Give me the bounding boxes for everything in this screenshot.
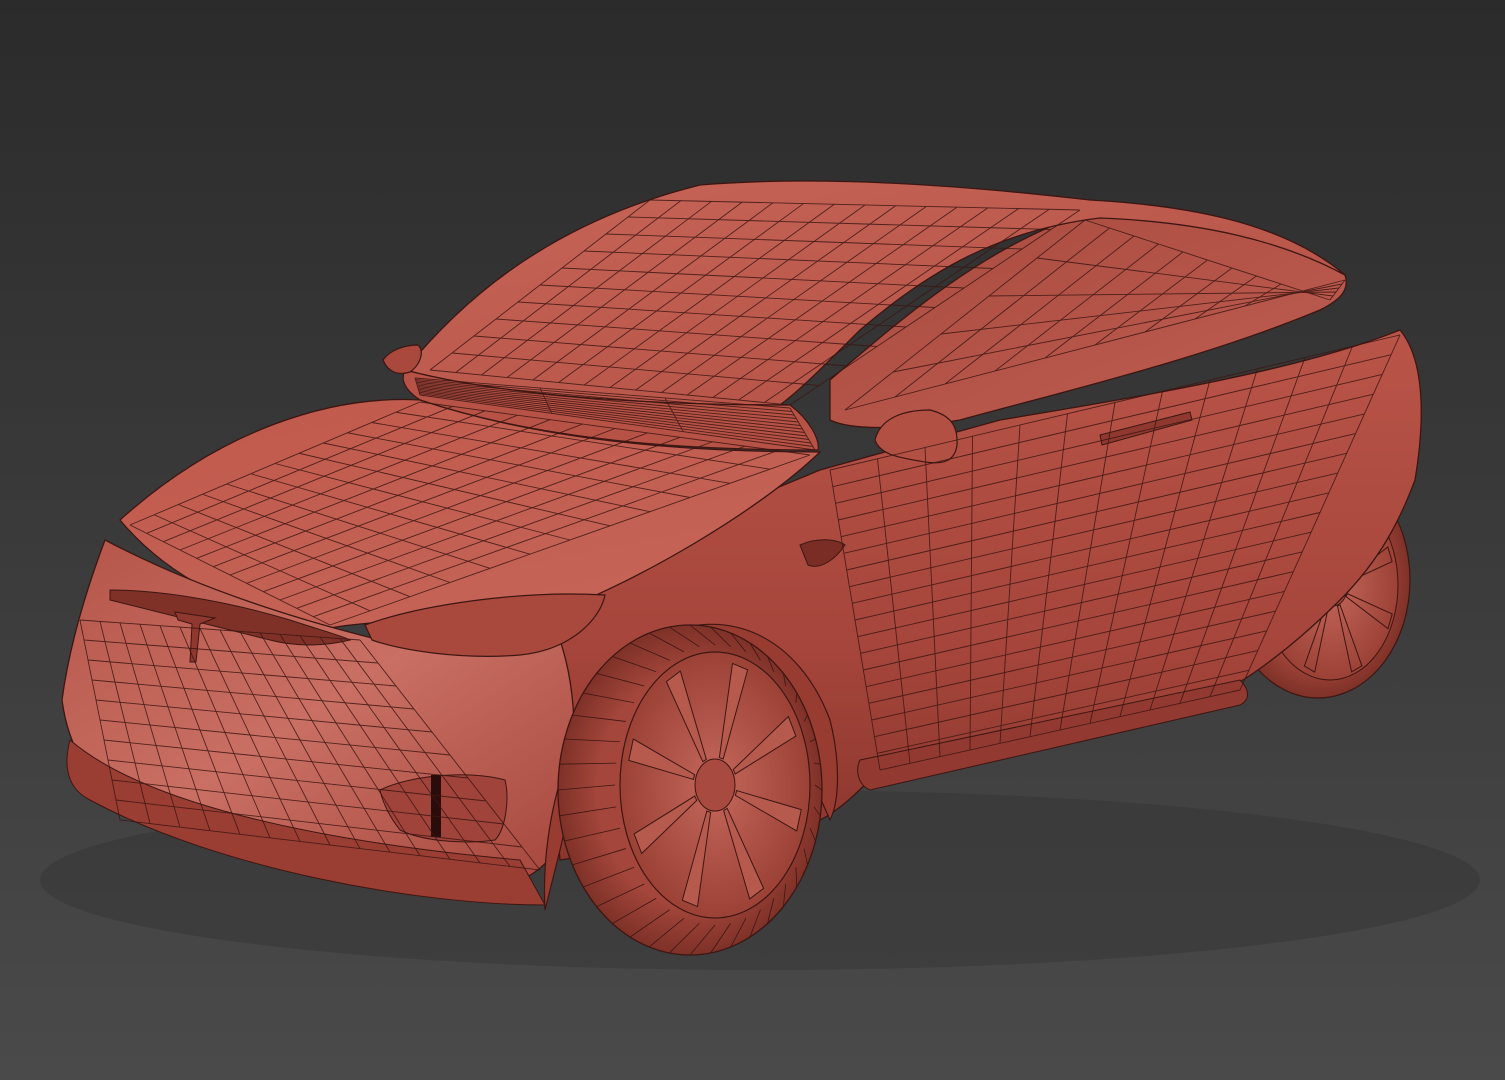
front-wheel: [557, 624, 823, 956]
car-model-render: [0, 0, 1505, 1080]
3d-viewport[interactable]: [0, 0, 1505, 1080]
